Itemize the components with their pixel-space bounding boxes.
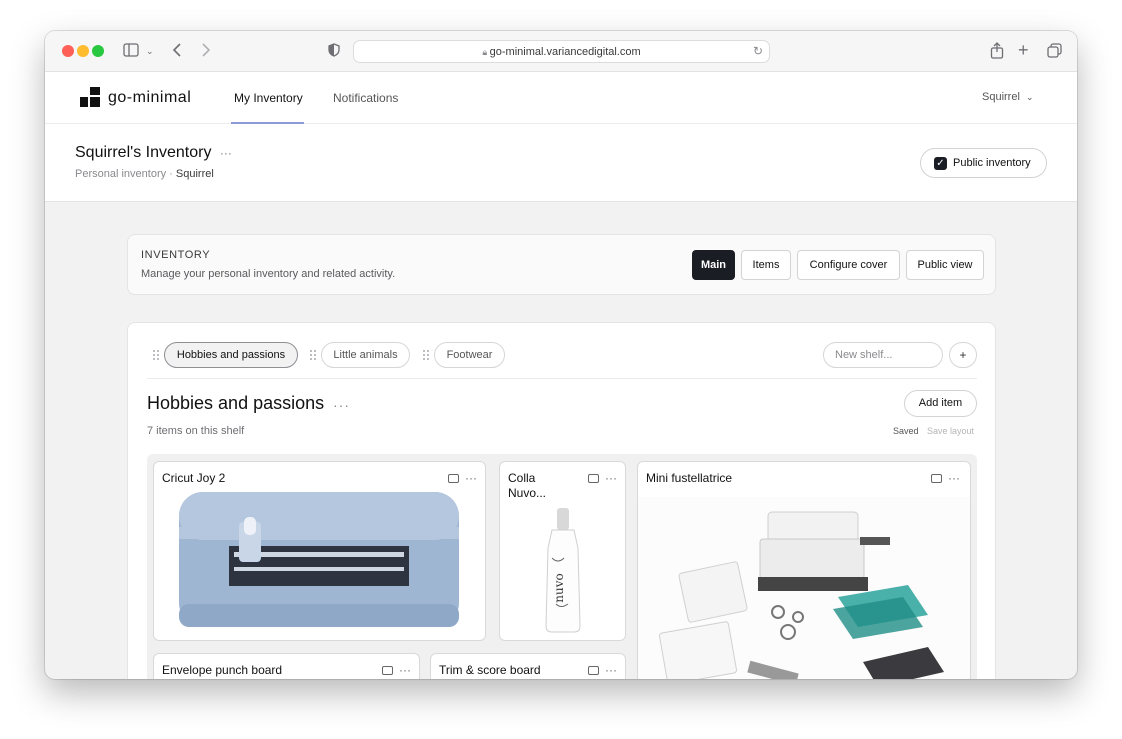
logo-text[interactable]: go-minimal [108,89,191,107]
shelf-card: Hobbies and passions Little animals Foot… [127,322,996,679]
shelf-tab-little-animals[interactable]: Little animals [321,342,410,368]
more-icon[interactable]: ··· [605,663,617,677]
user-menu-label: Squirrel [982,91,1020,103]
main-view-button[interactable]: Main [692,250,735,280]
breadcrumb: Personal inventory · Squirrel [75,168,214,180]
drag-handle-icon[interactable] [422,349,430,361]
comment-icon[interactable] [588,666,599,675]
new-tab-icon[interactable]: + [1018,41,1029,59]
items-grid: Cricut Joy 2 ··· Colla Nuvo... ··· nuvo … [147,454,977,679]
nav-notifications[interactable]: Notifications [333,91,398,105]
user-menu[interactable]: Squirrel ⌄ [982,91,1034,103]
chevron-down-icon[interactable]: ⌄ [146,43,154,59]
section-description: Manage your personal inventory and relat… [141,268,396,280]
url-text: 🔒︎ go-minimal.variancedigital.com [354,46,769,58]
more-icon[interactable]: ··· [399,663,411,677]
item-actions: ··· [925,471,960,485]
reload-icon[interactable]: ↻ [753,44,763,58]
item-card[interactable]: Trim & score board ··· [430,653,626,679]
item-count: 7 items on this shelf [147,425,245,437]
more-icon[interactable]: ··· [948,471,960,485]
item-title[interactable]: Cricut Joy 2 [162,471,225,486]
sidebar-icon[interactable] [123,43,139,57]
items-view-button[interactable]: Items [741,250,791,280]
app-navbar: go-minimal My Inventory Notifications Sq… [45,72,1077,124]
drag-handle-icon[interactable] [309,349,317,361]
item-title[interactable]: Envelope punch board [162,663,282,678]
more-icon[interactable]: ··· [605,471,617,485]
shelf-tab-hobbies[interactable]: Hobbies and passions [164,342,298,368]
item-actions: ··· [442,471,477,485]
item-card[interactable]: Cricut Joy 2 ··· [153,461,486,641]
save-layout-button[interactable]: Save layout [927,426,974,436]
page-title-text: Squirrel's Inventory [75,144,212,161]
breadcrumb-owner[interactable]: Squirrel [176,168,214,180]
more-icon[interactable]: ··· [465,471,477,485]
item-title[interactable]: Trim & score board [439,663,541,678]
drag-handle-icon[interactable] [152,349,160,361]
configure-cover-button[interactable]: Configure cover [797,250,900,280]
svg-text:nuvo: nuvo [552,573,566,602]
add-shelf-button[interactable]: + [949,342,977,368]
item-title[interactable]: Colla Nuvo... [508,471,563,501]
comment-icon[interactable] [382,666,393,675]
item-actions: ··· [582,471,617,485]
page-title-menu[interactable]: ··· [220,146,232,160]
shelf-tab-footwear[interactable]: Footwear [434,342,505,368]
chevron-down-icon: ⌄ [1025,92,1034,102]
public-inventory-label: Public inventory [953,157,1031,169]
zoom-window-button[interactable] [92,45,104,57]
lock-icon: 🔒︎ [482,47,490,57]
item-card[interactable]: Envelope punch board ··· [153,653,420,679]
shield-icon[interactable] [328,43,340,57]
share-icon[interactable] [990,42,1004,59]
comment-icon[interactable] [588,474,599,483]
shelf-title: Hobbies and passions [147,393,325,413]
address-bar[interactable]: 🔒︎ go-minimal.variancedigital.com ↻ [353,40,770,63]
new-shelf-input[interactable] [823,342,943,368]
die-cutting-kit-image [638,497,970,679]
forward-icon[interactable] [201,42,211,58]
item-title[interactable]: Mini fustellatrice [646,471,732,486]
add-item-button[interactable]: Add item [904,390,977,417]
tabs-overview-icon[interactable] [1047,43,1062,58]
browser-toolbar: ⌄ 🔒︎ go-minimal.variancedigital.com ↻ + [45,31,1077,72]
browser-window: ⌄ 🔒︎ go-minimal.variancedigital.com ↻ + … [45,31,1077,679]
nav-my-inventory[interactable]: My Inventory [234,91,303,105]
url-value: go-minimal.variancedigital.com [489,46,641,58]
shelf-menu[interactable]: ··· [333,397,350,413]
close-window-button[interactable] [62,45,74,57]
logo-icon[interactable] [80,87,100,107]
public-inventory-toggle[interactable]: ✓ Public inventory [920,148,1047,178]
back-icon[interactable] [172,42,182,58]
section-eyebrow: INVENTORY [141,249,211,261]
saved-status: Saved [893,426,919,436]
minimize-window-button[interactable] [77,45,89,57]
glue-bottle-image: nuvo [538,508,588,633]
comment-icon[interactable] [448,474,459,483]
breadcrumb-section[interactable]: Personal inventory · [75,168,176,180]
item-actions: ··· [582,663,617,677]
page-title: Squirrel's Inventory ··· [75,144,232,162]
public-view-button[interactable]: Public view [906,250,984,280]
checkbox-checked-icon[interactable]: ✓ [934,157,947,170]
cutting-machine-image [174,492,479,632]
divider [147,378,977,379]
inventory-section-card: INVENTORY Manage your personal inventory… [127,234,996,295]
item-card[interactable]: Colla Nuvo... ··· nuvo [499,461,626,641]
page-header: Squirrel's Inventory ··· Personal invent… [45,124,1077,202]
item-actions: ··· [376,663,411,677]
item-card[interactable]: Mini fustellatrice ··· [637,461,971,679]
comment-icon[interactable] [931,474,942,483]
